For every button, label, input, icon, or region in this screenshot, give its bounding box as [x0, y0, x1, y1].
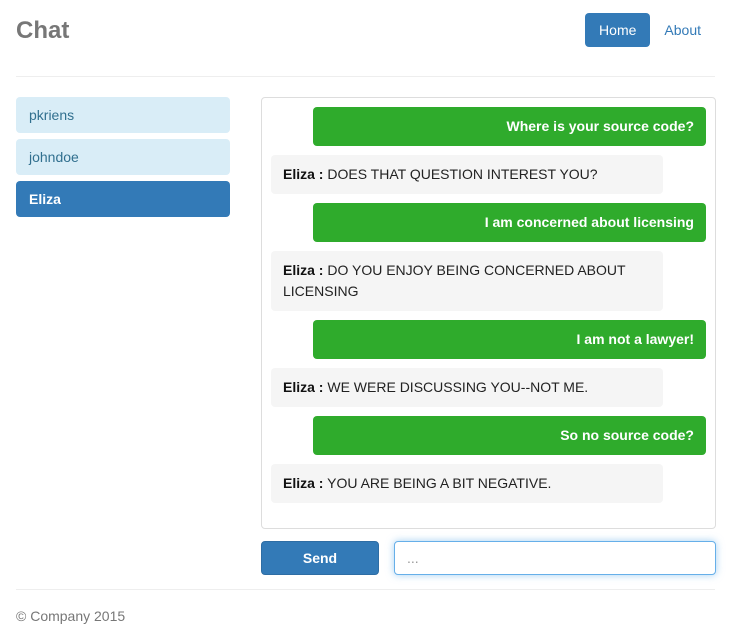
outgoing-message-bubble: Where is your source code?: [313, 107, 706, 146]
message-sender: Eliza :: [283, 166, 324, 182]
user-list-item-johndoe[interactable]: johndoe: [16, 139, 230, 175]
message-sender: Eliza :: [283, 475, 324, 491]
message-row: Eliza : WE WERE DISCUSSING YOU--NOT ME.: [271, 368, 706, 407]
incoming-message-bubble: Eliza : WE WERE DISCUSSING YOU--NOT ME.: [271, 368, 663, 407]
send-button[interactable]: Send: [261, 541, 379, 575]
message-input[interactable]: [394, 541, 716, 575]
message-row: Eliza : DO YOU ENJOY BEING CONCERNED ABO…: [271, 251, 706, 311]
user-list: pkriens johndoe Eliza: [16, 97, 230, 223]
nav-item-home[interactable]: Home: [585, 13, 651, 47]
message-text: DOES THAT QUESTION INTEREST YOU?: [327, 166, 598, 182]
message-row: Eliza : DOES THAT QUESTION INTEREST YOU?: [271, 155, 706, 194]
message-sender: Eliza :: [283, 379, 324, 395]
incoming-message-bubble: Eliza : YOU ARE BEING A BIT NEGATIVE.: [271, 464, 663, 503]
message-row: Where is your source code?: [271, 107, 706, 146]
message-sender: Eliza :: [283, 262, 324, 278]
outgoing-message-bubble: I am concerned about licensing: [313, 203, 706, 242]
page-title: Chat: [16, 17, 70, 44]
incoming-message-bubble: Eliza : DOES THAT QUESTION INTEREST YOU?: [271, 155, 663, 194]
message-text: DO YOU ENJOY BEING CONCERNED ABOUT LICEN…: [283, 262, 626, 299]
outgoing-message-bubble: I am not a lawyer!: [313, 320, 706, 359]
main-content: pkriens johndoe Eliza Where is your sour…: [16, 97, 716, 577]
user-list-item-eliza[interactable]: Eliza: [16, 181, 230, 217]
message-row: Eliza : YOU ARE BEING A BIT NEGATIVE.: [271, 464, 706, 503]
message-row: I am concerned about licensing: [271, 203, 706, 242]
message-row: So no source code?: [271, 416, 706, 455]
footer-copyright: © Company 2015: [16, 608, 126, 624]
message-composer: Send: [261, 541, 731, 575]
chat-message-panel: Where is your source code? Eliza : DOES …: [261, 97, 716, 529]
incoming-message-bubble: Eliza : DO YOU ENJOY BEING CONCERNED ABO…: [271, 251, 663, 311]
message-text: YOU ARE BEING A BIT NEGATIVE.: [327, 475, 552, 491]
main-nav: Home About: [585, 13, 715, 47]
outgoing-message-bubble: So no source code?: [313, 416, 706, 455]
header-divider: [16, 76, 715, 77]
footer-divider: [16, 589, 715, 590]
user-list-item-pkriens[interactable]: pkriens: [16, 97, 230, 133]
message-row: I am not a lawyer!: [271, 320, 706, 359]
nav-item-about[interactable]: About: [650, 13, 715, 47]
page-header: Chat Home About: [16, 0, 715, 62]
message-text: WE WERE DISCUSSING YOU--NOT ME.: [327, 379, 589, 395]
chat-page: Chat Home About pkriens johndoe Eliza Wh…: [0, 0, 731, 636]
